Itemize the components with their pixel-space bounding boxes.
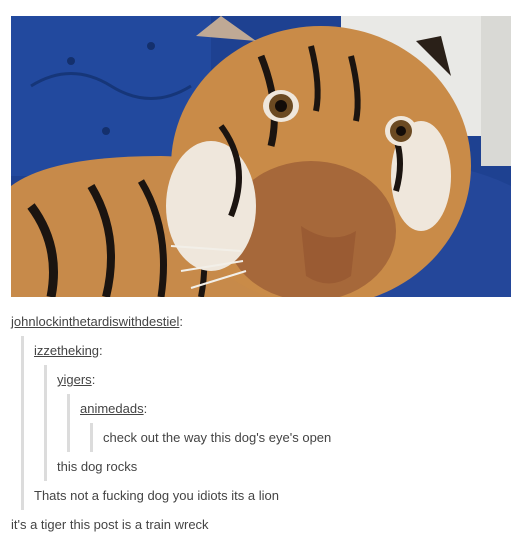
tiger-photo	[11, 16, 511, 297]
username-link[interactable]: animedads	[80, 394, 144, 423]
thread-header: johnlockinthetardiswithdestiel:	[11, 307, 516, 336]
username-link[interactable]: izzetheking	[34, 336, 99, 365]
blockquote-level-4: check out the way this dog's eye's open	[90, 423, 516, 452]
username-link[interactable]: johnlockinthetardiswithdestiel	[11, 307, 179, 336]
thread-header: yigers:	[57, 365, 516, 394]
blockquote-level-1: izzetheking: yigers: animedads: check ou…	[21, 336, 516, 510]
colon: :	[91, 372, 96, 387]
thread-header: animedads:	[80, 394, 516, 423]
reply-text: Thats not a fucking dog you idiots its a…	[34, 488, 279, 503]
thread-header: izzetheking:	[34, 336, 516, 365]
username-link[interactable]: yigers	[57, 365, 92, 394]
reblog-thread: johnlockinthetardiswithdestiel: izzethek…	[11, 307, 516, 539]
colon: :	[99, 343, 103, 358]
reply-text: check out the way this dog's eye's open	[103, 430, 332, 445]
tiger-illustration	[11, 16, 511, 297]
reply-text: it's a tiger this post is a train wreck	[11, 517, 209, 532]
blockquote-level-3: animedads: check out the way this dog's …	[67, 394, 516, 452]
blockquote-level-2: yigers: animedads: check out the way thi…	[44, 365, 516, 481]
colon: :	[143, 401, 148, 416]
colon: :	[179, 314, 183, 329]
reply-text: this dog rocks	[57, 459, 138, 474]
